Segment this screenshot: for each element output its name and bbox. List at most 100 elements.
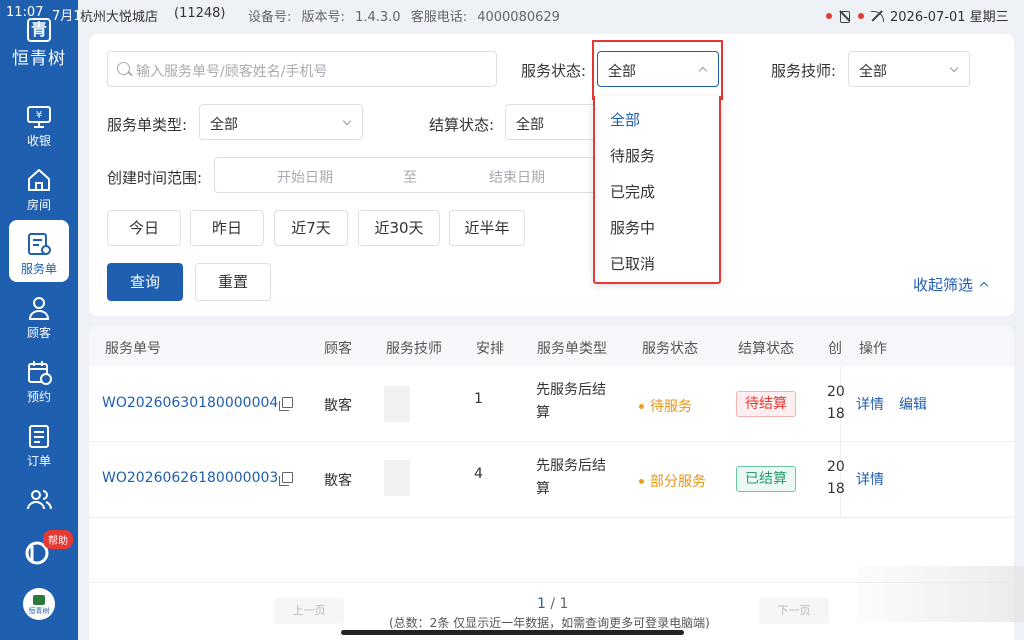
prev-page-button[interactable]: 上一页 — [274, 598, 344, 624]
settlement-badge: 已结算 — [736, 466, 796, 492]
quick-range-30days[interactable]: 近30天 — [358, 210, 440, 246]
service-phone-label: 客服电话: — [410, 10, 468, 25]
order-no-text: WO20260626180000003 — [102, 470, 279, 486]
dropdown-option-all[interactable]: 全部 — [610, 109, 640, 130]
device-meta: 设备号: 版本号: 1.4.3.0 客服电话: 4000080629 — [248, 6, 566, 25]
dropdown-option-completed[interactable]: 已完成 — [610, 181, 655, 202]
copy-icon[interactable] — [279, 397, 294, 411]
sidebar-item-staff[interactable] — [9, 476, 69, 516]
bottom-logo-text: 恒青树 — [28, 607, 50, 615]
status-text: 部分服务 — [650, 474, 706, 490]
sidebar-item-order[interactable]: 订单 — [9, 412, 69, 474]
chevron-down-icon — [949, 63, 959, 73]
sidebar-item-customer[interactable]: 顾客 — [9, 284, 69, 346]
table-header: 服务单号 顾客 服务技师 安排 服务单类型 服务状态 结算状态 创 操作 — [89, 326, 1014, 366]
technician-label: 服务技师: — [771, 62, 837, 80]
detail-link[interactable]: 详情 — [856, 469, 884, 489]
order-type-select[interactable]: 全部 — [199, 104, 363, 140]
search-input[interactable]: 输入服务单号/顾客姓名/手机号 — [107, 51, 497, 87]
created-line2: 18 — [827, 406, 845, 422]
chevron-up-icon — [979, 281, 989, 291]
status-bar: 11:07 7月1 杭州大悦城店 (11248) 设备号: 版本号: 1.4.3… — [0, 0, 1024, 28]
sidebar-item-appointment[interactable]: 预约 — [9, 348, 69, 410]
signal-off-icon — [870, 10, 884, 22]
sidebar-item-service-order[interactable]: 服务单 — [9, 220, 69, 282]
arrange-cell: 1 — [474, 391, 483, 407]
query-button[interactable]: 查询 — [107, 263, 183, 301]
sidebar: 青 恒青树 ¥ 收银 房间 服务单 顾客 预约 订单 帮助 恒青树 — [0, 0, 78, 640]
alert-dot — [858, 12, 864, 19]
col-service-status: 服务状态 — [642, 341, 698, 357]
brand-name: 恒青树 — [12, 49, 66, 69]
range-separator: 至 — [403, 170, 417, 186]
sidebar-item-label: 顾客 — [26, 326, 51, 340]
col-order-type: 服务单类型 — [537, 341, 607, 357]
collapse-filter-button[interactable]: 收起筛选 — [913, 274, 989, 295]
help-badge[interactable]: 帮助 — [43, 530, 73, 549]
detail-link[interactable]: 详情 — [856, 394, 884, 414]
dropdown-option-in-service[interactable]: 服务中 — [610, 217, 655, 238]
created-line2: 18 — [827, 481, 845, 497]
home-icon — [28, 169, 50, 191]
chevron-up-icon — [698, 66, 708, 76]
order-type-line2: 算 — [536, 481, 550, 497]
sidebar-item-label: 服务单 — [20, 262, 57, 276]
order-type-value: 全部 — [210, 117, 238, 133]
technician-avatar — [384, 386, 410, 422]
version-value: 1.4.3.0 — [355, 10, 401, 25]
status-datetime: 2026-07-01 星期三 — [890, 10, 1009, 25]
edit-link[interactable]: 编辑 — [899, 394, 927, 414]
arrange-cell: 4 — [474, 466, 483, 482]
sidebar-item-label: 收银 — [26, 134, 51, 148]
service-status-select[interactable]: 全部 — [597, 51, 719, 87]
version-label: 版本号: — [301, 10, 345, 25]
col-actions: 操作 — [859, 341, 887, 357]
technician-value: 全部 — [859, 64, 887, 80]
sidebar-item-room[interactable]: 房间 — [9, 156, 69, 218]
table-row: WO20260630180000004 散客 1 先服务后结 算 待服务 待结算… — [89, 366, 1014, 442]
date-range-picker[interactable]: 开始日期 至 结束日期 — [214, 157, 594, 193]
table-row: WO20260626180000003 散客 4 先服务后结 算 部分服务 已结… — [89, 442, 1014, 518]
quick-range-half-year[interactable]: 近半年 — [449, 210, 525, 246]
sidebar-item-cashier[interactable]: ¥ 收银 — [9, 92, 69, 154]
dropdown-option-cancelled[interactable]: 已取消 — [610, 253, 655, 274]
search-icon — [117, 62, 130, 75]
order-no-link[interactable]: WO20260626180000003 — [102, 470, 294, 486]
search-placeholder: 输入服务单号/顾客姓名/手机号 — [136, 64, 328, 80]
start-date-placeholder: 开始日期 — [277, 170, 333, 186]
order-no-link[interactable]: WO20260630180000004 — [102, 395, 294, 411]
staff-icon — [27, 490, 52, 510]
status-time: 11:07 — [6, 5, 44, 20]
created-line1: 20 — [827, 384, 845, 400]
end-date-placeholder: 结束日期 — [489, 170, 545, 186]
created-line1: 20 — [827, 459, 845, 475]
current-page: 1 — [537, 596, 546, 612]
quick-range-7days[interactable]: 近7天 — [274, 210, 348, 246]
quick-range-today[interactable]: 今日 — [107, 210, 181, 246]
status-dot — [639, 404, 644, 409]
settlement-select[interactable]: 全部 — [505, 104, 595, 140]
col-order-no: 服务单号 — [105, 341, 161, 357]
home-indicator[interactable] — [341, 630, 684, 635]
next-page-button[interactable]: 下一页 — [759, 598, 829, 624]
service-status-cell: 部分服务 — [639, 471, 706, 491]
technician-select[interactable]: 全部 — [848, 51, 970, 87]
settlement-badge: 待结算 — [736, 391, 796, 417]
col-technician: 服务技师 — [386, 341, 442, 357]
filter-panel: 输入服务单号/顾客姓名/手机号 服务状态: 服务技师: 全部 服务单类型: 全部… — [89, 34, 1014, 316]
copy-icon[interactable] — [279, 472, 294, 486]
service-status-value: 全部 — [608, 64, 636, 80]
technician-avatar — [384, 460, 410, 496]
order-no-text: WO20260630180000004 — [102, 395, 279, 411]
chevron-down-icon — [342, 116, 352, 126]
brand-mark-icon — [33, 595, 45, 605]
service-order-icon — [28, 233, 51, 255]
reset-button[interactable]: 重置 — [195, 263, 271, 301]
store-id: (11248) — [174, 6, 226, 21]
page-separator: / — [545, 596, 560, 612]
service-phone-value: 4000080629 — [477, 10, 560, 25]
quick-range-yesterday[interactable]: 昨日 — [190, 210, 264, 246]
order-icon — [29, 425, 49, 448]
dropdown-option-pending[interactable]: 待服务 — [610, 145, 655, 166]
order-type-line1: 先服务后结 — [536, 458, 606, 474]
